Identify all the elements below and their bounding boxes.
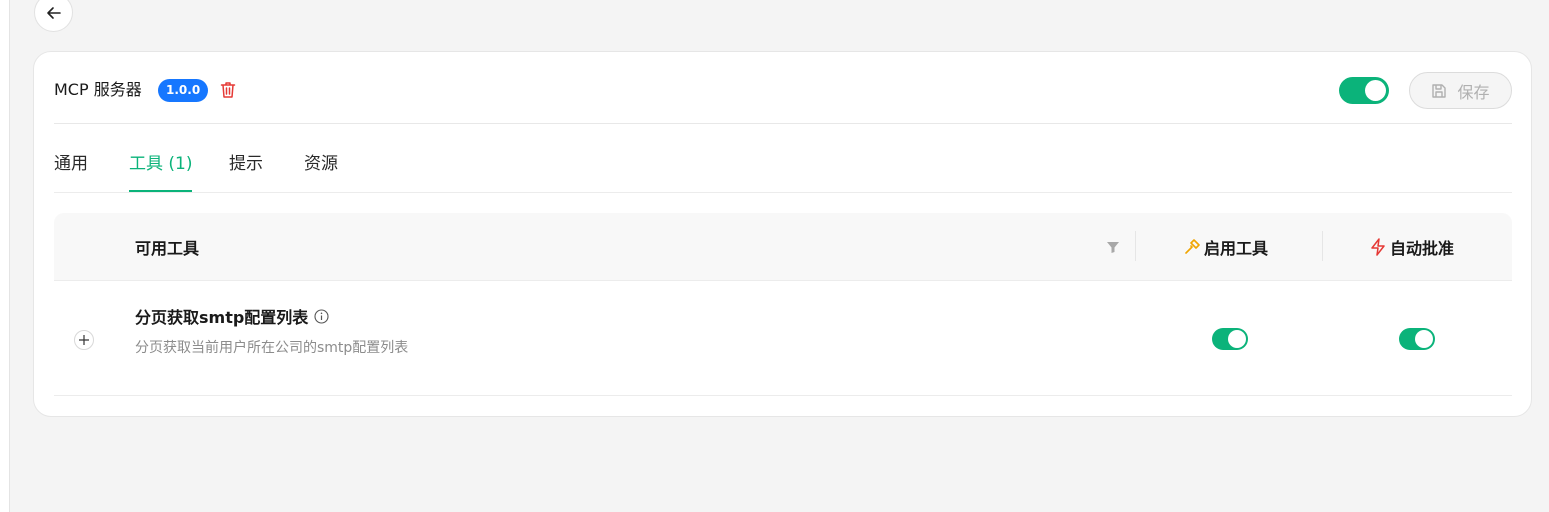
enable-label: 启用工具 [1204, 239, 1269, 258]
tab-bar: 通用 工具 (1) 提示 资源 [54, 124, 1512, 193]
lightning-icon [1371, 238, 1385, 256]
mcp-server-card: MCP 服务器 1.0.0 保存 通用 工具 (1) 提示 资源 可用工具 启用… [33, 51, 1532, 417]
toggle-knob [1415, 330, 1433, 348]
tab-resources[interactable]: 资源 [304, 152, 338, 190]
delete-button[interactable] [220, 81, 236, 103]
toggle-knob [1365, 80, 1386, 101]
filter-icon [1107, 242, 1119, 253]
save-icon [1432, 83, 1447, 98]
table-row: 分页获取smtp配置列表 分页获取当前用户所在公司的smtp配置列表 [54, 281, 1512, 396]
expand-row-button[interactable] [74, 330, 94, 350]
table-header: 可用工具 启用工具 自动批准 [54, 213, 1512, 281]
save-label: 保存 [1457, 82, 1490, 102]
back-arrow-icon [46, 6, 61, 19]
info-icon[interactable] [314, 308, 329, 324]
version-badge: 1.0.0 [158, 79, 209, 102]
tool-name-text: 分页获取smtp配置列表 [135, 308, 309, 327]
tab-tools[interactable]: 工具 (1) [129, 152, 193, 192]
tools-table: 可用工具 启用工具 自动批准 分页获取smtp配置列表 分页获取当前用户所在公司… [54, 213, 1512, 396]
column-header-tools: 可用工具 [135, 239, 200, 258]
tool-description: 分页获取当前用户所在公司的smtp配置列表 [135, 340, 409, 356]
column-header-enable: 启用工具 [1184, 235, 1268, 259]
filter-button[interactable] [1106, 239, 1120, 258]
save-button[interactable]: 保存 [1409, 72, 1512, 109]
plus-icon [79, 335, 89, 345]
server-title: MCP 服务器 [54, 80, 142, 99]
tool-name: 分页获取smtp配置列表 [135, 304, 329, 328]
server-enable-toggle[interactable] [1339, 77, 1389, 104]
hammer-icon [1185, 239, 1200, 254]
toggle-knob [1228, 330, 1246, 348]
tool-auto-approve-toggle[interactable] [1399, 328, 1435, 350]
card-header: MCP 服务器 1.0.0 保存 [54, 72, 1512, 124]
tab-prompts[interactable]: 提示 [229, 152, 263, 190]
column-header-auto-approve: 自动批准 [1370, 235, 1454, 259]
tab-general[interactable]: 通用 [54, 152, 88, 190]
trash-icon [220, 82, 236, 98]
auto-approve-label: 自动批准 [1390, 239, 1455, 258]
column-divider [1322, 231, 1323, 261]
column-divider [1135, 231, 1136, 261]
tool-enable-toggle[interactable] [1212, 328, 1248, 350]
